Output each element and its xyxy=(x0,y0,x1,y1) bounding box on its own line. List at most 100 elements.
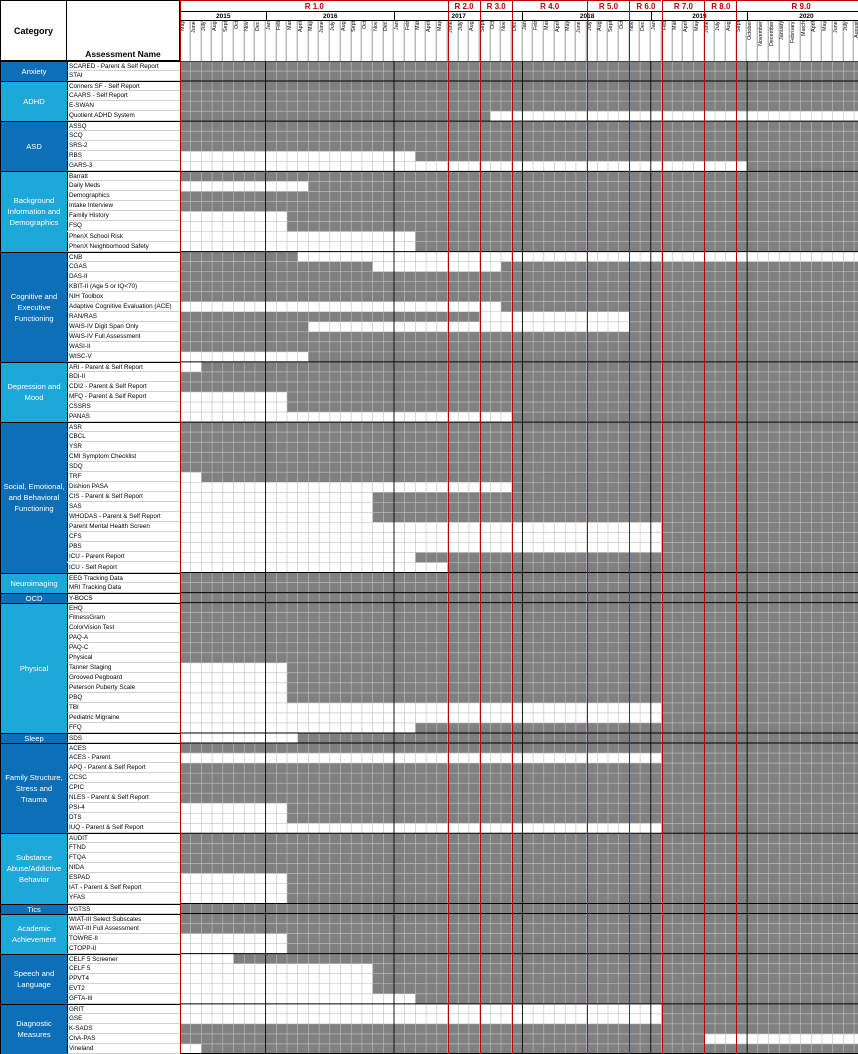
category-physical: Physical xyxy=(0,603,67,733)
availability-row xyxy=(180,593,858,603)
month-header: April xyxy=(555,21,566,61)
availability-row xyxy=(662,1004,858,1014)
release-6: R 6.0 xyxy=(629,0,661,11)
availability-row xyxy=(180,372,858,382)
availability-bar xyxy=(180,833,858,843)
assessment-name: FTQA xyxy=(67,853,180,863)
availability-row xyxy=(180,422,858,432)
availability-bar xyxy=(662,713,858,723)
availability-bar xyxy=(234,954,858,964)
availability-row xyxy=(180,141,858,151)
month-header: January xyxy=(779,21,790,61)
availability-row xyxy=(415,994,858,1004)
availability-row xyxy=(662,542,858,552)
assessment-name: PBS xyxy=(67,542,180,552)
month-header: June xyxy=(448,21,459,61)
month-header: Sept xyxy=(223,21,234,61)
assessment-name: TBI xyxy=(67,703,180,713)
availability-bar xyxy=(180,603,858,613)
month-header: Nov xyxy=(629,21,640,61)
availability-row xyxy=(180,312,858,322)
month-header: Dec xyxy=(512,21,523,61)
availability-row xyxy=(180,342,858,352)
assessment-timeline-grid: Category Assessment Name R 1.0R 2.0R 3.0… xyxy=(0,0,858,1051)
availability-row xyxy=(180,272,858,282)
month-header: November xyxy=(758,21,769,61)
availability-bar xyxy=(180,422,858,432)
availability-row xyxy=(180,1034,704,1044)
availability-row xyxy=(180,282,858,292)
availability-bar xyxy=(373,492,858,502)
assessment-name: WIAT-III Full Assessment xyxy=(67,924,180,934)
assessment-name: DAS-II xyxy=(67,272,180,282)
assessment-name: Barratt xyxy=(67,171,180,181)
availability-bar xyxy=(180,111,490,121)
availability-row xyxy=(662,522,858,532)
availability-bar xyxy=(180,623,858,633)
assessment-name: WAIS-IV Full Assessment xyxy=(67,332,180,342)
assessment-name: ChA-PAS xyxy=(67,1034,180,1044)
availability-bar xyxy=(180,372,858,382)
availability-bar xyxy=(180,91,858,101)
availability-row xyxy=(180,121,858,131)
month-header: April xyxy=(683,21,694,61)
month-header: May xyxy=(180,21,191,61)
assessment-name: Vineland xyxy=(67,1044,180,1054)
assessment-name: Pediatric Migraine xyxy=(67,713,180,723)
assessment-name: BDI-II xyxy=(67,372,180,382)
assessment-name: EHQ xyxy=(67,603,180,613)
availability-row xyxy=(180,171,858,181)
month-header: Jan xyxy=(266,21,277,61)
availability-row xyxy=(180,843,858,853)
availability-row xyxy=(180,833,858,843)
month-header: Oct xyxy=(490,21,501,61)
availability-row xyxy=(308,352,858,362)
month-header: Nov xyxy=(501,21,512,61)
assessment-name: FTND xyxy=(67,843,180,853)
year-2019: 2019 xyxy=(651,11,747,21)
availability-row xyxy=(180,442,858,452)
assessment-name: FSQ xyxy=(67,221,180,231)
assessment-name: GRIT xyxy=(67,1004,180,1014)
availability-bar xyxy=(308,352,858,362)
availability-row xyxy=(180,653,858,663)
availability-bar xyxy=(373,974,858,984)
timeline-grid xyxy=(180,61,858,1054)
month-header: Mar xyxy=(544,21,555,61)
category-depression-and-mood: Depression and Mood xyxy=(0,362,67,422)
assessment-name: ACES xyxy=(67,743,180,753)
availability-bar xyxy=(180,633,858,643)
year-2015: 2015 xyxy=(180,11,266,21)
assessment-name: Tanner Staging xyxy=(67,663,180,673)
availability-row xyxy=(180,863,858,873)
availability-row xyxy=(180,382,858,392)
assessment-name: ASSQ xyxy=(67,121,180,131)
availability-bar xyxy=(629,322,858,332)
availability-bar xyxy=(180,442,858,452)
month-header: July xyxy=(587,21,598,61)
availability-row xyxy=(298,733,858,743)
month-header: May xyxy=(565,21,576,61)
availability-bar xyxy=(415,723,858,733)
assessment-name: GARS-3 xyxy=(67,161,180,171)
month-header: Mar xyxy=(672,21,683,61)
assessment-name: CMI Symptom Checklist xyxy=(67,452,180,462)
assessment-name: SAS xyxy=(67,502,180,512)
availability-row xyxy=(415,242,858,252)
assessment-name: Family History xyxy=(67,211,180,221)
month-header: February xyxy=(790,21,801,61)
availability-row xyxy=(180,201,858,211)
availability-bar xyxy=(180,643,858,653)
month-header: Feb xyxy=(533,21,544,61)
availability-bar xyxy=(180,61,858,71)
assessment-name: CNB xyxy=(67,252,180,262)
availability-bar xyxy=(308,181,858,191)
availability-row xyxy=(662,703,858,713)
assessment-name: Physical xyxy=(67,653,180,663)
release-8: R 8.0 xyxy=(704,0,736,11)
assessment-name: Dishion PASA xyxy=(67,482,180,492)
assessment-name: CAARS - Self Report xyxy=(67,91,180,101)
month-header: October xyxy=(747,21,758,61)
category-ocd: OCD xyxy=(0,593,67,603)
availability-bar xyxy=(662,753,858,763)
